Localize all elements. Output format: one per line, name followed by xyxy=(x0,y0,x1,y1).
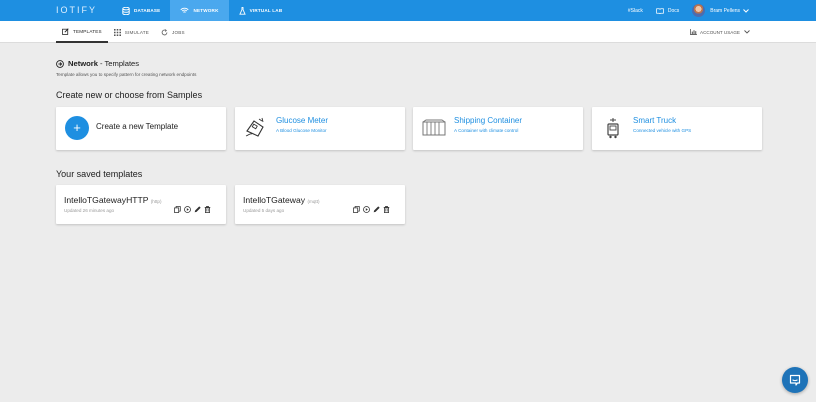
play-icon[interactable] xyxy=(363,200,370,218)
wifi-icon xyxy=(180,7,190,13)
tab-templates-label: TEMPLATES xyxy=(73,28,102,34)
template-name: IntelloTGatewayHTTP (http) xyxy=(64,195,162,205)
saved-templates-heading: Your saved templates xyxy=(56,169,143,179)
tab-simulate[interactable]: SIMULATE xyxy=(108,21,155,43)
refresh-icon xyxy=(161,28,168,35)
slack-link[interactable]: #Slack xyxy=(628,8,643,14)
create-template-label: Create a new Template xyxy=(96,122,179,131)
sample-title: Shipping Container xyxy=(454,116,523,125)
template-actions xyxy=(174,200,214,218)
sample-subtitle: Connected vehicle with GPS xyxy=(633,128,692,133)
saved-template-card[interactable]: IntelloTGatewayHTTP (http) Updated 26 mi… xyxy=(56,185,226,224)
account-usage-menu[interactable]: ACCOUNT USAGE xyxy=(690,21,753,43)
grid-icon xyxy=(113,28,121,36)
tab-jobs-label: JOBS xyxy=(172,29,185,35)
template-protocol: (http) xyxy=(150,199,162,204)
account-usage-label: ACCOUNT USAGE xyxy=(700,29,740,35)
sample-card-smart-truck[interactable]: Smart Truck Connected vehicle with GPS xyxy=(592,107,762,150)
edit-icon[interactable] xyxy=(194,200,201,218)
tab-jobs[interactable]: JOBS xyxy=(155,21,191,43)
top-bar: IOTIFY DATABASE NETWORK VIRTUAL LAB #Sla… xyxy=(0,0,816,21)
glucose-meter-icon xyxy=(245,117,264,137)
edit-icon xyxy=(62,27,69,35)
app-logo[interactable]: IOTIFY xyxy=(56,5,97,15)
template-actions xyxy=(353,200,393,218)
saved-template-card[interactable]: IntelloTGateway (mqtt) Updated 5 days ag… xyxy=(235,185,405,224)
template-protocol: (mqtt) xyxy=(307,199,320,204)
top-right-menu: #Slack Docs Bram Pellens xyxy=(615,0,753,21)
top-nav: DATABASE NETWORK VIRTUAL LAB xyxy=(112,0,292,21)
docs-link[interactable]: Docs xyxy=(656,8,679,14)
tab-templates[interactable]: TEMPLATES xyxy=(56,21,108,43)
plus-icon: + xyxy=(65,116,89,140)
create-template-card[interactable]: + Create a new Template xyxy=(56,107,226,150)
template-name: IntelloTGateway (mqtt) xyxy=(243,195,320,205)
arrow-circle-icon[interactable] xyxy=(56,59,64,68)
nav-network-label: NETWORK xyxy=(193,8,219,13)
truck-icon xyxy=(607,118,619,139)
play-icon[interactable] xyxy=(184,200,191,218)
sample-card-glucose-meter[interactable]: Glucose Meter A Blood Glucose Monitor xyxy=(235,107,405,150)
page-title-rest: - Templates xyxy=(99,59,140,68)
tab-simulate-label: SIMULATE xyxy=(124,29,150,35)
template-name-text: IntelloTGatewayHTTP xyxy=(64,195,149,205)
book-icon xyxy=(656,7,664,14)
nav-database[interactable]: DATABASE xyxy=(112,0,170,21)
sample-subtitle: A Container with climate control xyxy=(454,128,519,133)
database-icon xyxy=(122,6,130,15)
user-menu[interactable]: Bram Pellens xyxy=(692,4,753,17)
template-updated: Updated 5 days ago xyxy=(243,208,285,213)
page-title-bold: Network xyxy=(68,59,98,68)
page-description: Template allows you to specify pattern f… xyxy=(56,72,197,77)
bar-chart-icon xyxy=(690,29,697,35)
nav-virtual-lab[interactable]: VIRTUAL LAB xyxy=(229,0,293,21)
docs-label: Docs xyxy=(667,7,680,14)
sub-tabs: TEMPLATES SIMULATE JOBS xyxy=(56,21,191,43)
copy-icon[interactable] xyxy=(353,200,360,218)
nav-virtual-lab-label: VIRTUAL LAB xyxy=(249,8,283,13)
chat-icon xyxy=(789,374,801,386)
flask-icon xyxy=(238,6,246,15)
chevron-down-icon xyxy=(743,8,749,13)
shipping-container-icon xyxy=(422,119,446,136)
nav-network[interactable]: NETWORK xyxy=(170,0,229,21)
nav-database-label: DATABASE xyxy=(134,8,161,13)
sample-subtitle: A Blood Glucose Monitor xyxy=(276,128,327,133)
template-name-text: IntelloTGateway xyxy=(243,195,306,205)
edit-icon[interactable] xyxy=(373,200,380,218)
trash-icon[interactable] xyxy=(204,200,211,218)
user-name: Bram Pellens xyxy=(710,7,740,14)
copy-icon[interactable] xyxy=(174,200,181,218)
sample-card-shipping-container[interactable]: Shipping Container A Container with clim… xyxy=(413,107,583,150)
chevron-down-icon xyxy=(744,30,750,34)
trash-icon[interactable] xyxy=(383,200,390,218)
chat-launcher-button[interactable] xyxy=(782,367,808,393)
samples-heading: Create new or choose from Samples xyxy=(56,90,203,100)
avatar xyxy=(692,4,706,17)
sample-title: Smart Truck xyxy=(633,116,677,125)
template-updated: Updated 26 minutes ago xyxy=(64,208,115,213)
sub-nav-bar: TEMPLATES SIMULATE JOBS ACCOUNT USAGE xyxy=(0,21,816,43)
sample-title: Glucose Meter xyxy=(276,116,329,125)
page-title: Network - Templates xyxy=(56,59,139,68)
